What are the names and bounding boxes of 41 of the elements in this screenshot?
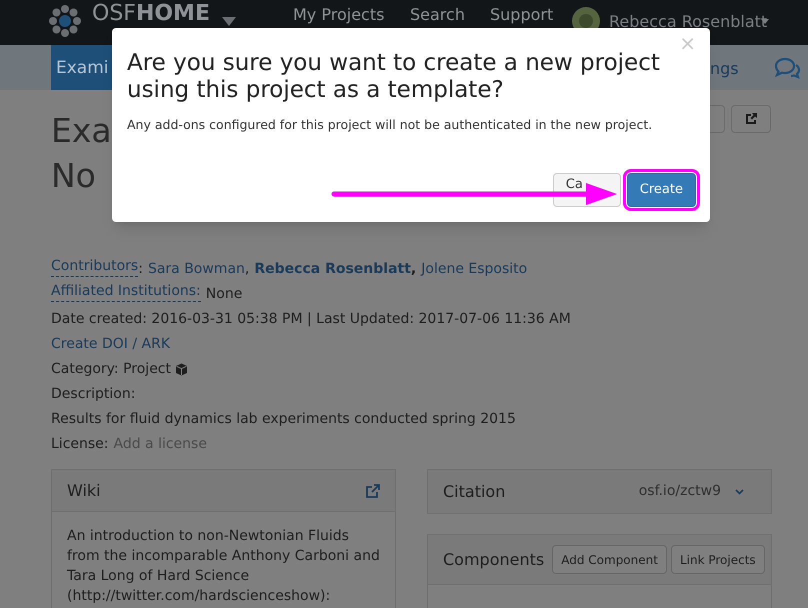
contributor-link[interactable]: Rebecca Rosenblatt — [254, 257, 411, 282]
share-button[interactable] — [731, 105, 771, 133]
dates-text: Date created: 2016-03-31 05:38 PM | Last Updated: 2017-07-06 11:36 AM — [51, 310, 572, 329]
separator-text: , — [244, 260, 250, 279]
description-label: Description: — [51, 385, 136, 404]
chat-icon[interactable] — [773, 57, 801, 81]
caret-icon[interactable] — [761, 19, 769, 24]
category-text: Category: Project — [51, 360, 171, 379]
project-title: No — [51, 156, 96, 196]
institutions-value: None — [206, 285, 242, 304]
component-button[interactable]: Add Component — [552, 545, 667, 574]
cube-icon — [175, 363, 188, 376]
external-link-icon[interactable] — [366, 484, 380, 498]
wiki-text: An introduction to non-Newtonian Fluids from the incomparable Anthony Carboni and Tara Long of Hard Science (http://twitter.com/hardscienceshow): — [66, 527, 381, 606]
license-label: License: — [51, 435, 108, 454]
contributors-label[interactable]: Contributors — [51, 257, 138, 277]
institutions-label[interactable]: Affiliated Institutions: — [51, 282, 201, 302]
brand-logo[interactable]: OSFHOME — [92, 1, 210, 27]
chevron-down-icon[interactable] — [735, 488, 744, 494]
contributor-link[interactable]: Sara Bowman — [148, 257, 245, 282]
modal-title: Are you sure you want to create a new project using this project as a template? — [127, 50, 661, 104]
share-icon — [744, 112, 758, 126]
logo-icon[interactable] — [48, 4, 82, 38]
separator-text: , — [410, 260, 416, 279]
panel-title: Components — [443, 548, 544, 570]
modal-body-text: Any add-ons configured for this project will not be authenticated in the new project. — [127, 116, 652, 134]
nav-link[interactable]: My Projects — [293, 5, 384, 25]
doi-link[interactable]: Create DOI / ARK — [51, 332, 170, 357]
citation-url: osf.io/zctw9 — [638, 482, 721, 501]
nav-link[interactable]: Support — [490, 5, 554, 25]
panel-title: Wiki — [67, 480, 101, 502]
separator-text: : — [138, 260, 143, 279]
project-title: Exa — [51, 110, 112, 150]
panel-title: Citation — [443, 480, 506, 502]
description-text: Results for fluid dynamics lab experiments conducted spring 2015 — [51, 410, 517, 429]
project-tab[interactable]: Exami — [51, 45, 112, 90]
nav-link[interactable]: Search — [410, 5, 465, 25]
contributor-link[interactable]: Jolene Esposito — [421, 257, 528, 282]
settings-link[interactable]: ngs — [710, 57, 739, 81]
component-button[interactable]: Link Projects — [670, 545, 765, 574]
caret-icon[interactable] — [222, 17, 236, 26]
